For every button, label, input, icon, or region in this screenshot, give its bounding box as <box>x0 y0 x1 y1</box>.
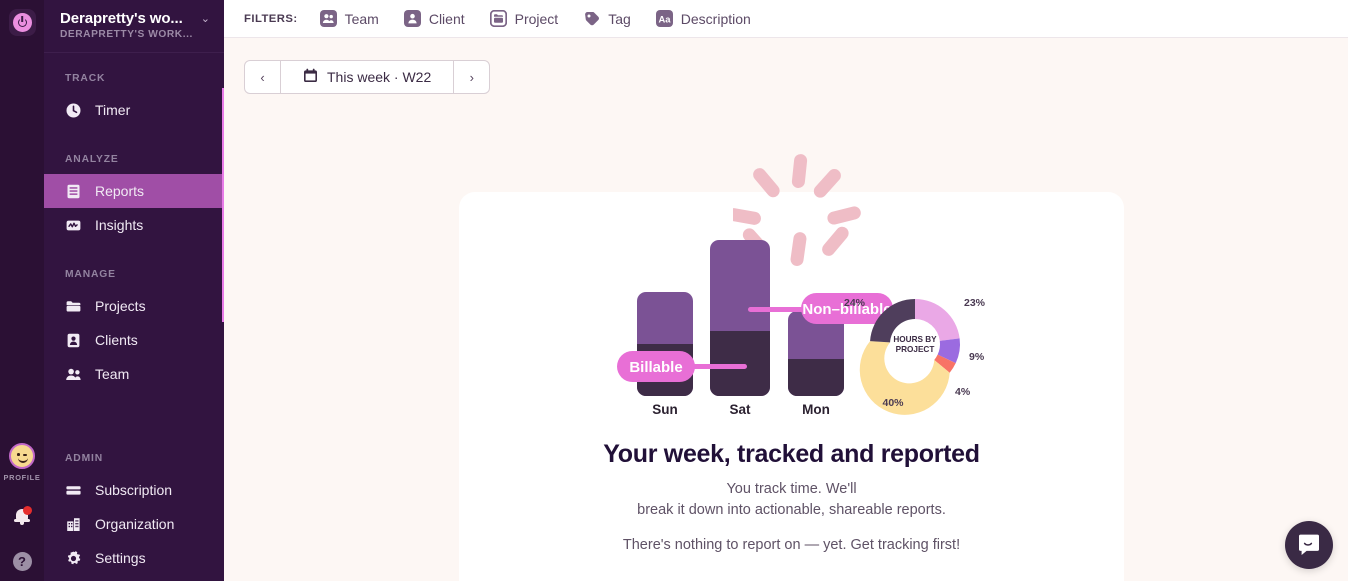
sidebar-item-label: Insights <box>95 217 144 233</box>
sidebar-item-label: Reports <box>95 183 145 199</box>
svg-text:23%: 23% <box>964 297 986 309</box>
date-range-navigator: ‹ This week · W22 › <box>244 60 491 94</box>
bar-sat <box>710 240 770 396</box>
project-filter-icon <box>489 9 507 28</box>
sidebar: Derapretty's wo... ⌄ DERAPRETTY'S WORK..… <box>44 0 224 581</box>
workspace-subtitle: DERAPRETTY'S WORK... <box>60 29 193 40</box>
filter-project[interactable]: Project <box>489 9 559 28</box>
billable-badge: Billable <box>617 351 695 382</box>
nonbillable-connector <box>748 307 806 312</box>
description-filter-icon: Aa <box>655 10 673 27</box>
report-icon <box>65 183 82 200</box>
filter-tag[interactable]: Tag <box>583 10 631 27</box>
empty-state-subtitle: You track time. We'll break it down into… <box>459 479 1124 521</box>
prev-week-button[interactable]: ‹ <box>245 61 281 93</box>
app-root: PROFILE ? Derapretty's wo... ⌄ DERAPRETT… <box>0 0 1348 581</box>
svg-text:Sat: Sat <box>729 402 751 417</box>
sidebar-section-admin: ADMIN <box>65 453 103 464</box>
sidebar-section-track: TRACK <box>65 73 106 84</box>
insights-icon <box>65 217 82 234</box>
date-range-picker[interactable]: This week · W22 <box>281 61 453 93</box>
client-filter-icon <box>403 10 421 27</box>
team-icon <box>65 366 82 383</box>
tag-filter-icon <box>583 10 600 27</box>
filter-label: Client <box>428 10 465 27</box>
folder-icon <box>65 298 82 315</box>
sidebar-section-analyze: ANALYZE <box>65 154 119 165</box>
svg-text:40%: 40% <box>882 397 904 409</box>
sidebar-item-label: Clients <box>95 332 138 348</box>
sidebar-item-label: Subscription <box>95 482 173 498</box>
sidebar-item-label: Projects <box>95 298 146 314</box>
filter-team[interactable]: Team <box>319 10 379 27</box>
building-icon <box>65 516 82 533</box>
profile-label: PROFILE <box>3 473 41 482</box>
intercom-chat-icon <box>1299 534 1319 555</box>
sidebar-section-manage: MANAGE <box>65 269 116 280</box>
team-filter-icon <box>319 10 337 27</box>
calendar-icon <box>303 68 318 86</box>
sidebar-item-timer[interactable]: Timer <box>44 93 224 127</box>
help-icon[interactable]: ? <box>12 552 32 571</box>
svg-text:Billable: Billable <box>629 359 682 376</box>
page-title: Your week, tracked and reported <box>603 440 980 468</box>
filter-client[interactable]: Client <box>403 10 465 27</box>
subtitle-line-1: You track time. We'll <box>726 481 857 497</box>
sidebar-item-insights[interactable]: Insights <box>44 208 224 242</box>
svg-text:24%: 24% <box>844 297 866 309</box>
svg-text:HOURS BY: HOURS BY <box>893 335 937 344</box>
filter-bar: FILTERS: Team Client Project Tag Aa Desc… <box>224 0 1348 38</box>
svg-text:Sun: Sun <box>652 402 678 417</box>
notification-bell-icon[interactable] <box>12 506 32 526</box>
sidebar-item-team[interactable]: Team <box>44 357 224 391</box>
sidebar-item-label: Timer <box>95 102 131 118</box>
filter-label: Team <box>344 10 379 27</box>
subtitle-line-2: break it down into actionable, shareable… <box>637 502 946 518</box>
empty-state-note: There's nothing to report on — yet. Get … <box>622 537 961 553</box>
filter-description[interactable]: Aa Description <box>655 10 751 27</box>
empty-state-card: Non–billable Billable Sun Sat Mon HOURS … <box>459 154 1124 581</box>
intercom-chat-button[interactable] <box>1285 521 1333 569</box>
avatar[interactable] <box>9 443 35 469</box>
chevron-down-icon: ⌄ <box>200 13 210 25</box>
svg-text:Aa: Aa <box>658 13 671 24</box>
filters-label: FILTERS: <box>244 12 298 25</box>
sidebar-item-settings[interactable]: Settings <box>44 541 224 575</box>
sidebar-item-subscription[interactable]: Subscription <box>44 473 224 507</box>
svg-text:Mon: Mon <box>802 402 830 417</box>
toggl-power-icon[interactable] <box>8 9 36 36</box>
svg-text:9%: 9% <box>969 351 985 363</box>
svg-text:4%: 4% <box>955 386 971 398</box>
workspace-switcher[interactable]: Derapretty's wo... ⌄ DERAPRETTY'S WORK..… <box>44 0 224 53</box>
filter-label: Tag <box>608 10 631 27</box>
sidebar-item-label: Settings <box>95 550 146 566</box>
sidebar-item-label: Team <box>95 366 130 382</box>
gear-icon <box>65 550 82 567</box>
left-rail: PROFILE ? <box>0 0 44 581</box>
sidebar-item-projects[interactable]: Projects <box>44 289 224 323</box>
main-content: ‹ This week · W22 › Non–billable Billabl… <box>224 38 1348 581</box>
credit-card-icon <box>65 482 82 499</box>
sidebar-item-label: Organization <box>95 516 175 532</box>
report-illustration: Non–billable Billable Sun Sat Mon HOURS … <box>617 240 986 417</box>
person-card-icon <box>65 332 82 349</box>
workspace-title: Derapretty's wo... <box>60 10 183 27</box>
svg-text:PROJECT: PROJECT <box>896 345 935 354</box>
filter-label: Description <box>680 10 751 27</box>
sidebar-item-organization[interactable]: Organization <box>44 507 224 541</box>
sidebar-item-clients[interactable]: Clients <box>44 323 224 357</box>
bar-axis-labels: Sun Sat Mon <box>652 402 830 417</box>
clock-icon <box>65 102 82 119</box>
sidebar-item-reports[interactable]: Reports <box>44 174 224 208</box>
date-range-label: This week · W22 <box>327 69 432 85</box>
next-week-button[interactable]: › <box>453 61 489 93</box>
filter-label: Project <box>514 10 559 27</box>
